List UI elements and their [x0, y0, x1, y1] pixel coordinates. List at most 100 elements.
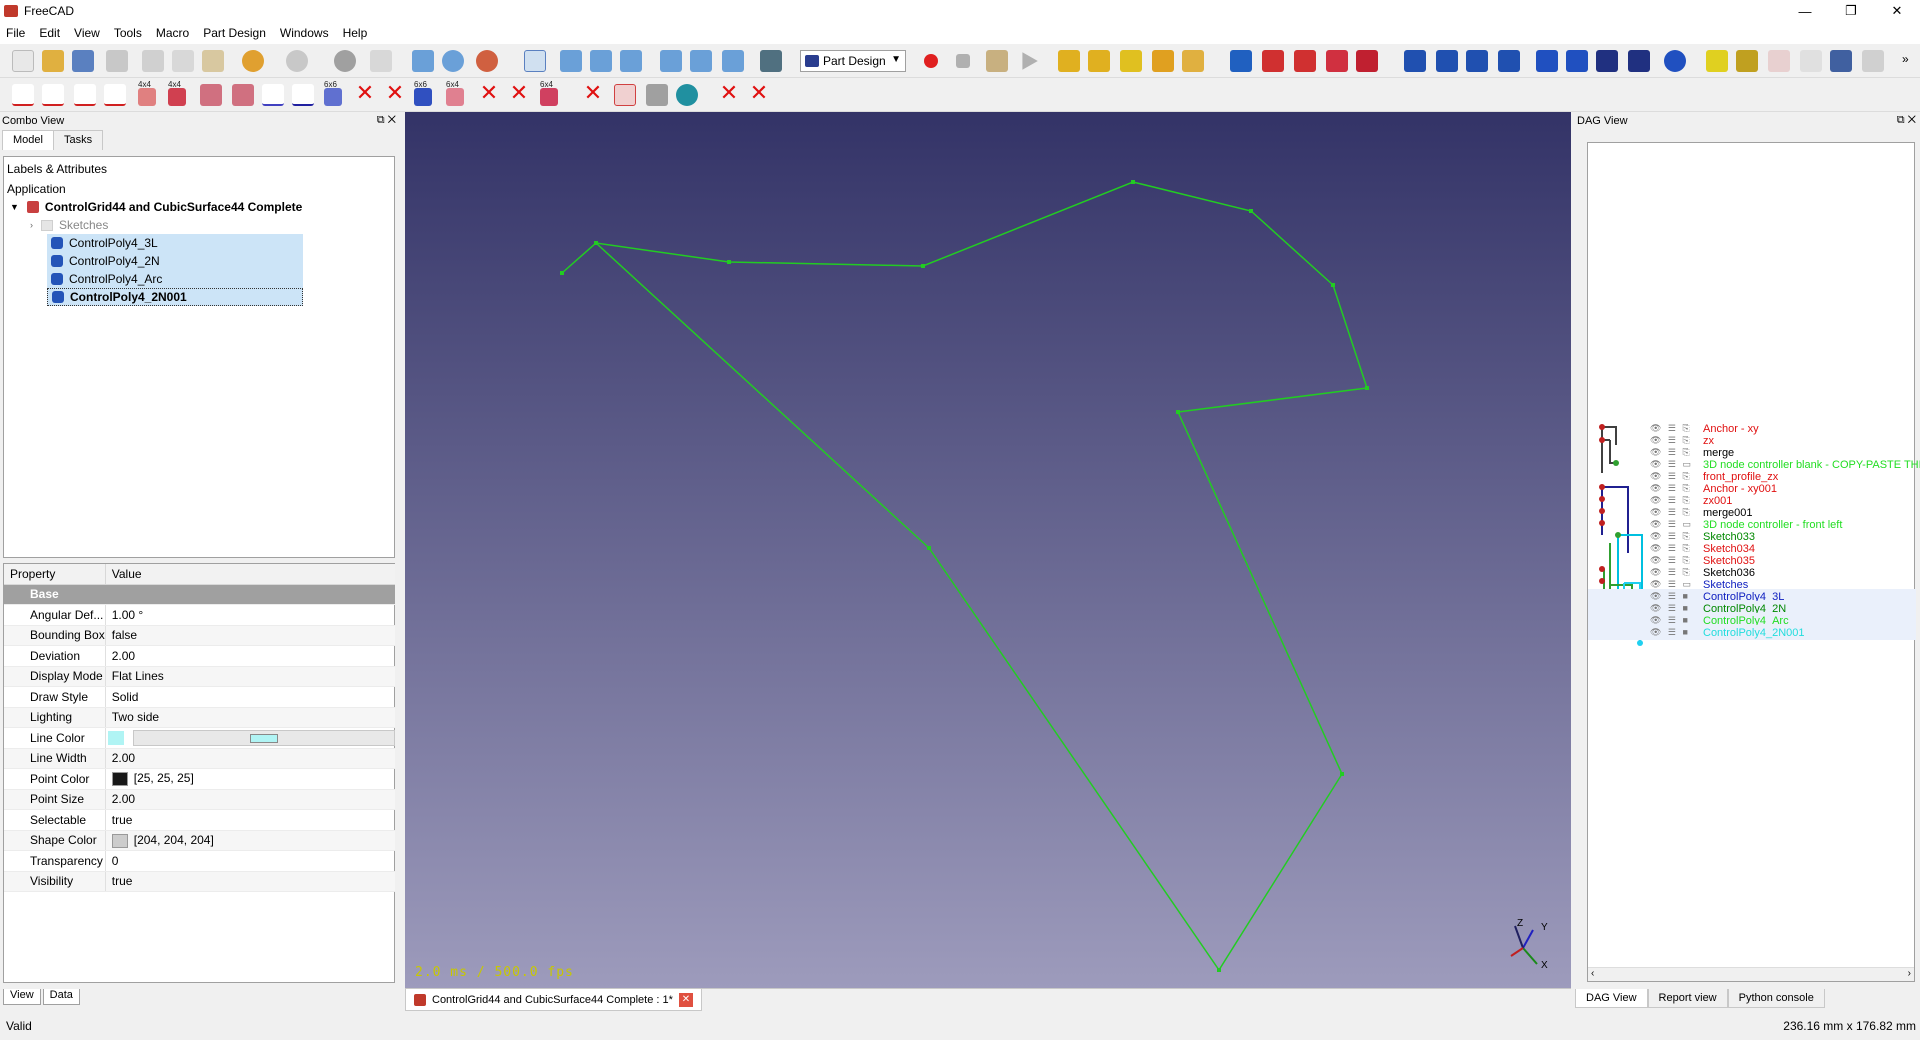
mirrored-icon[interactable]: [1404, 50, 1426, 72]
fit-selection-icon[interactable]: [442, 50, 464, 72]
control-grid-6x6-icon[interactable]: [324, 88, 342, 106]
rotate-icon[interactable]: [676, 84, 698, 106]
property-row[interactable]: Point Color [25, 25, 25]: [4, 768, 396, 790]
pad-icon[interactable]: [1058, 50, 1080, 72]
additive-pipe-icon[interactable]: [1152, 50, 1174, 72]
execute-macro-icon[interactable]: [1022, 52, 1038, 70]
shape-color-swatch[interactable]: [111, 833, 128, 848]
macros-icon[interactable]: [986, 50, 1008, 72]
revolution-icon[interactable]: [1088, 50, 1110, 72]
fillet-icon[interactable]: [1536, 50, 1558, 72]
menu-edit[interactable]: Edit: [39, 26, 60, 40]
tree-document[interactable]: ▼ ControlGrid44 and CubicSurface44 Compl…: [10, 198, 302, 216]
measure-icon[interactable]: [760, 50, 782, 72]
tree-item-sketches[interactable]: › Sketches: [30, 216, 108, 234]
expand-icon[interactable]: ›: [30, 220, 33, 230]
scroll-left-icon[interactable]: ‹: [1591, 968, 1594, 979]
color-picker-button[interactable]: [133, 729, 396, 746]
tab-tasks[interactable]: Tasks: [52, 130, 104, 150]
menu-help[interactable]: Help: [343, 26, 368, 40]
delete-icon[interactable]: ✕: [384, 83, 406, 105]
property-value[interactable]: 1.00 °: [105, 604, 396, 626]
property-value[interactable]: Two side: [105, 707, 396, 728]
undo-icon[interactable]: [242, 50, 264, 72]
tree-item-controlpoly4-arc[interactable]: ControlPoly4_Arc: [47, 270, 303, 288]
close-tab-icon[interactable]: ✕: [678, 992, 693, 1007]
surface-blend-icon[interactable]: [232, 84, 254, 106]
property-group-base[interactable]: Base: [4, 584, 396, 605]
property-value[interactable]: false: [105, 625, 396, 646]
linear-pattern-icon[interactable]: [1436, 50, 1458, 72]
tab-dag-view[interactable]: DAG View: [1575, 989, 1648, 1008]
property-value[interactable]: 2.00: [105, 748, 396, 769]
menu-tools[interactable]: Tools: [114, 26, 142, 40]
refine-icon[interactable]: [614, 84, 636, 106]
property-row[interactable]: Lighting Two side: [4, 707, 396, 728]
menu-view[interactable]: View: [74, 26, 100, 40]
property-row[interactable]: Deviation 2.00: [4, 645, 396, 667]
dag-row[interactable]: 👁 ☰ ■ ControlPoly4_2N001: [1588, 625, 1916, 640]
tree-item-controlpoly4-3l[interactable]: ControlPoly4_3L: [47, 234, 303, 252]
copy-icon[interactable]: [172, 50, 194, 72]
surface-6x6-icon[interactable]: [414, 88, 432, 106]
delete-icon[interactable]: ✕: [508, 83, 530, 105]
stop-macro-icon[interactable]: [956, 54, 970, 68]
bottom-view-icon[interactable]: [690, 50, 712, 72]
isometric-view-icon[interactable]: [524, 50, 546, 72]
scroll-right-icon[interactable]: ›: [1908, 968, 1911, 979]
save-icon[interactable]: [72, 50, 94, 72]
collapse-icon[interactable]: ▼: [10, 202, 19, 212]
close-button[interactable]: ✕: [1874, 0, 1920, 22]
tool-icon[interactable]: [1768, 50, 1790, 72]
property-value[interactable]: [204, 204, 204]: [105, 830, 396, 851]
property-row[interactable]: Line Color: [4, 727, 396, 749]
property-value[interactable]: true: [105, 871, 396, 892]
property-value[interactable]: true: [105, 809, 396, 831]
property-row[interactable]: Bounding Box false: [4, 625, 396, 646]
line-color-swatch[interactable]: [107, 730, 124, 745]
property-row[interactable]: Point Size 2.00: [4, 789, 396, 810]
polar-pattern-icon[interactable]: [1466, 50, 1488, 72]
thickness-icon[interactable]: [1628, 50, 1650, 72]
property-row[interactable]: Line Width 2.00: [4, 748, 396, 769]
new-document-icon[interactable]: [12, 50, 34, 72]
restore-button[interactable]: ❐: [1828, 0, 1874, 22]
subtractive-primitive-icon[interactable]: [1356, 50, 1378, 72]
upload-icon[interactable]: [1862, 50, 1884, 72]
delete-icon[interactable]: ✕: [478, 83, 500, 105]
draft-icon[interactable]: [1596, 50, 1618, 72]
workbench-selector[interactable]: Part Design ▼: [800, 50, 906, 72]
fit-all-icon[interactable]: [412, 50, 434, 72]
point-color-swatch[interactable]: [111, 772, 128, 787]
spline-icon[interactable]: [262, 84, 284, 106]
control-poly-2n-icon[interactable]: [42, 84, 64, 106]
horizontal-scrollbar[interactable]: ‹ ›: [1588, 967, 1914, 981]
property-row[interactable]: Draw Style Solid: [4, 686, 396, 708]
property-value[interactable]: 2.00: [105, 645, 396, 667]
front-view-icon[interactable]: [560, 50, 582, 72]
tab-report-view[interactable]: Report view: [1647, 989, 1728, 1008]
property-value[interactable]: [25, 25, 25]: [105, 768, 396, 790]
left-view-icon[interactable]: [722, 50, 744, 72]
multitransform-icon[interactable]: [1498, 50, 1520, 72]
property-value[interactable]: Solid: [105, 686, 396, 708]
export-icon[interactable]: [1830, 50, 1852, 72]
menu-macro[interactable]: Macro: [156, 26, 189, 40]
property-row[interactable]: Angular Def... 1.00 °: [4, 604, 396, 626]
delete-icon[interactable]: ✕: [582, 83, 604, 105]
property-row[interactable]: Shape Color [204, 204, 204]: [4, 830, 396, 851]
property-row[interactable]: Visibility true: [4, 871, 396, 892]
delete-icon[interactable]: ✕: [354, 83, 376, 105]
addon-icon[interactable]: [1736, 50, 1758, 72]
delete-icon[interactable]: ✕: [748, 83, 770, 105]
panel-float-close-icon[interactable]: ⧉ ✕: [1897, 114, 1916, 127]
subtractive-loft-icon[interactable]: [1326, 50, 1348, 72]
visibility-icon[interactable]: 👁 ☰ ■: [1650, 627, 1690, 638]
whats-this-icon[interactable]: [370, 50, 392, 72]
right-view-icon[interactable]: [620, 50, 642, 72]
top-view-icon[interactable]: [590, 50, 612, 72]
inspect-icon[interactable]: [1800, 50, 1822, 72]
panel-float-close-icon[interactable]: ⧉ ✕: [377, 114, 396, 127]
redo-icon[interactable]: [286, 50, 308, 72]
tab-view[interactable]: View: [3, 989, 41, 1005]
